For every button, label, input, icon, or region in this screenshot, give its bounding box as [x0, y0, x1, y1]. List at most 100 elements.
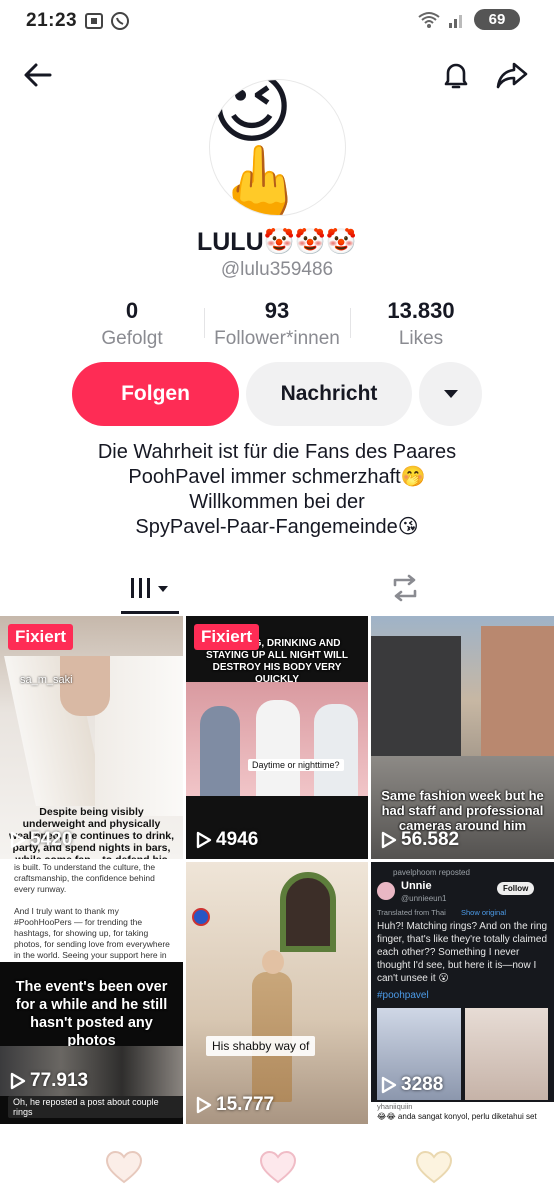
video-tile[interactable]: His shabby way of 15.777: [186, 862, 368, 1124]
video-footer-caption: Oh, he reposted a post about couple ring…: [8, 1096, 183, 1118]
profile-handle: @lulu359486: [220, 259, 334, 280]
view-count-value: 4946: [216, 829, 259, 850]
repost-label: pavelphoom reposted: [393, 868, 470, 877]
tweet-user: Unnie: [401, 880, 432, 892]
view-count: 5420: [10, 829, 72, 851]
share-button[interactable]: [492, 55, 532, 95]
heart-icon[interactable]: [258, 1148, 298, 1188]
caret-down-icon: [443, 390, 458, 398]
video-caption: His shabby way of: [206, 1036, 316, 1056]
play-icon: [196, 831, 212, 849]
battery-icon: 69: [474, 9, 520, 30]
message-button[interactable]: Nachricht: [246, 362, 412, 426]
heart-icon[interactable]: [104, 1148, 144, 1188]
video-caption: Same fashion week but he had staff and p…: [381, 788, 544, 833]
pinned-badge: Fixiert: [8, 624, 74, 650]
bio-line: Die Wahrheit ist für die Fans des Paares: [97, 441, 457, 463]
tweet-follow-button[interactable]: Follow: [497, 882, 535, 895]
profile-tabs: [0, 562, 554, 614]
video-thumbnail-shape: [314, 704, 358, 796]
play-icon: [10, 831, 26, 849]
screenshot-icon: [85, 13, 103, 29]
profile-bio: Die Wahrheit ist für die Fans des Paares…: [0, 440, 554, 540]
profile-name: LULU🤡🤡🤡: [196, 228, 358, 256]
tweet-text: Huh?! Matching rings? And on the ring fi…: [377, 921, 548, 984]
bio-line: SpyPavel-Paar-Fangemeinde😘: [135, 516, 419, 538]
heart-icon[interactable]: [414, 1148, 454, 1188]
status-time: 21:23: [26, 10, 78, 31]
video-headline: The event's been over for a while and he…: [15, 979, 168, 1049]
grid-icon: [131, 578, 168, 598]
stat-following-label: Gefolgt: [101, 328, 163, 349]
view-count: 56.582: [381, 829, 459, 851]
view-count-value: 15.777: [216, 1094, 275, 1115]
stat-divider: [350, 308, 351, 338]
video-tile[interactable]: Same fashion week but he had staff and p…: [371, 616, 554, 859]
show-original-link[interactable]: Show original: [461, 908, 506, 917]
bell-icon: [444, 63, 468, 89]
view-count: 15.777: [196, 1094, 274, 1116]
stat-following[interactable]: 0 Gefolgt: [82, 298, 182, 350]
play-icon: [196, 1096, 212, 1114]
view-count-value: 3288: [401, 1074, 444, 1095]
play-icon: [381, 1076, 397, 1094]
video-tile[interactable]: pavelphoom reposted Unnie @unnieeun1 Fol…: [371, 862, 554, 1124]
video-thumbnail-shape: [60, 656, 110, 716]
stat-followers-value: 93: [264, 298, 290, 323]
video-tile[interactable]: Fixiert sa_m_saki Despite being visibly …: [0, 616, 183, 859]
back-button[interactable]: [18, 55, 58, 95]
stat-likes-label: Likes: [398, 328, 444, 349]
tweet-handle: @unnieeun1: [401, 894, 447, 903]
wifi-icon: [418, 11, 440, 28]
play-icon: [10, 1072, 26, 1090]
tweet-hashtag: #poohpavel: [377, 990, 429, 1001]
translated-label: Translated from Thai: [377, 908, 446, 917]
back-arrow-icon: [24, 63, 52, 87]
status-left-icons: [84, 11, 130, 31]
tab-videos[interactable]: [121, 562, 179, 614]
video-thumbnail-shape: [465, 1008, 548, 1100]
bottom-navigation: [0, 1134, 554, 1200]
video-thumbnail-shape: [200, 706, 240, 796]
video-thumbnail-shape: [262, 950, 284, 974]
stat-followers-label: Follower*innen: [214, 328, 340, 349]
view-count-value: 56.582: [401, 829, 460, 850]
video-watermark: sa_m_saki: [20, 674, 73, 686]
avatar: [377, 882, 395, 900]
follow-button[interactable]: Folgen: [72, 362, 239, 426]
play-icon: [381, 831, 397, 849]
video-tile[interactable]: is built. To understand the culture, the…: [0, 862, 183, 1124]
video-text-block: is built. To understand the culture, the…: [14, 862, 170, 962]
video-thumbnail-shape: [481, 626, 554, 766]
view-count: 77.913: [10, 1070, 88, 1092]
stat-likes[interactable]: 13.830 Likes: [366, 298, 476, 350]
comment-user: yhaniiquiin: [377, 1102, 413, 1111]
bio-line: Willkommen bei der: [189, 491, 365, 513]
video-thumbnail-shape: [256, 700, 300, 796]
view-count: 4946: [196, 829, 258, 851]
pinned-badge: Fixiert: [194, 624, 260, 650]
share-icon: [496, 62, 528, 89]
video-thumbnail-shape: [192, 908, 210, 926]
whatsapp-icon: [111, 12, 129, 30]
video-tile[interactable]: SMOKING, DRINKING AND STAYING UP ALL NIG…: [186, 616, 368, 859]
notification-button[interactable]: [436, 55, 476, 95]
signal-icon: [449, 14, 462, 28]
bio-line: PoohPavel immer schmerzhaft🤭: [128, 466, 426, 488]
video-subtitle: Daytime or nighttime?: [248, 759, 344, 771]
profile-stats: 0 Gefolgt 93 Follower*innen 13.830 Likes: [0, 298, 554, 354]
view-count-value: 5420: [30, 829, 73, 850]
stat-likes-value: 13.830: [387, 298, 455, 323]
video-thumbnail-shape: [371, 636, 461, 756]
stat-following-value: 0: [125, 298, 139, 323]
comment-text: 😂😂 anda sangat konyol, perlu diketahui s…: [377, 1112, 537, 1121]
more-options-button[interactable]: [419, 362, 482, 426]
tab-active-indicator: [121, 611, 179, 614]
avatar[interactable]: 😉🖕: [209, 79, 346, 216]
status-bar: 21:23 69: [0, 0, 554, 44]
stat-followers[interactable]: 93 Follower*innen: [205, 298, 349, 350]
avatar-emoji: 😉🖕: [210, 79, 310, 216]
tab-reposts[interactable]: [378, 562, 432, 614]
video-thumbnail-shape: [280, 872, 336, 952]
view-count: 3288: [381, 1074, 443, 1096]
